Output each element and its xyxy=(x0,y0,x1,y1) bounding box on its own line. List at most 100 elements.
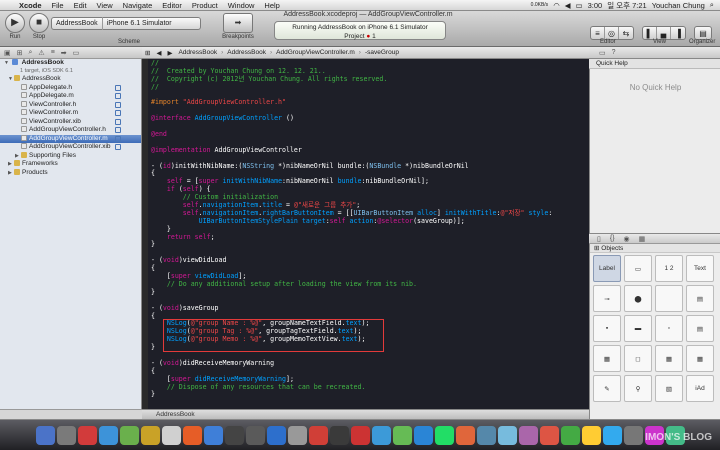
code-snippet-library-icon[interactable]: {} xyxy=(610,235,615,242)
navigator-item[interactable]: ViewController.xib xyxy=(0,117,141,127)
code-line[interactable]: } xyxy=(151,225,589,234)
project-row[interactable]: ▼ AddressBook xyxy=(0,59,141,68)
app-icon[interactable] xyxy=(455,425,475,445)
scheme-destination[interactable]: iPhone 6.1 Simulator xyxy=(103,20,176,27)
code-line[interactable]: } xyxy=(151,241,589,249)
spotlight-icon[interactable]: ⌕ xyxy=(710,0,714,10)
navigator-item[interactable]: AddGroupViewController.h xyxy=(0,126,141,135)
version-editor-icon[interactable]: ⇆ xyxy=(619,27,633,39)
messages-icon[interactable] xyxy=(119,425,139,445)
code-line[interactable]: - (void)saveGroup xyxy=(151,304,589,313)
organizer-button[interactable]: ▤ xyxy=(694,26,712,40)
activity-viewer[interactable]: Running AddressBook on iPhone 6.1 Simula… xyxy=(274,21,446,40)
menu-app[interactable]: Xcode xyxy=(14,1,47,10)
excel-icon[interactable] xyxy=(392,425,412,445)
battery-icon[interactable]: ▭ xyxy=(576,1,583,10)
editor-segmented-control[interactable]: ≡ ◎ ⇆ xyxy=(590,26,634,40)
object-library-icon[interactable]: ◉ xyxy=(624,235,630,243)
library-object[interactable]: ▭ xyxy=(624,255,652,282)
jump-crumb-1[interactable]: AddressBook xyxy=(224,49,269,56)
app-icon[interactable] xyxy=(581,425,601,445)
navigator-item[interactable]: AddGroupViewController.m xyxy=(0,134,141,143)
breakpoints-button[interactable]: ➡ Breakpoints xyxy=(218,13,258,40)
code-line[interactable]: // Copyright (c) 2012년 Youchan Chung. Al… xyxy=(151,75,589,84)
terminal-icon[interactable] xyxy=(224,425,244,445)
back-icon[interactable]: ◀ xyxy=(153,49,164,57)
code-line[interactable]: return self; xyxy=(151,233,589,242)
project-navigator-icon[interactable]: ▣ xyxy=(4,49,11,57)
code-line[interactable]: @interface AddGroupViewController () xyxy=(151,114,589,123)
photoshop-icon[interactable] xyxy=(266,425,286,445)
app-store-icon[interactable] xyxy=(203,425,223,445)
log-navigator-icon[interactable]: ▭ xyxy=(73,49,80,57)
lightroom-icon[interactable] xyxy=(287,425,307,445)
library-object[interactable] xyxy=(655,285,683,312)
file-template-library-icon[interactable]: ▯ xyxy=(597,235,601,243)
quick-help-icon[interactable]: ? xyxy=(612,49,616,56)
navigator-item[interactable]: AppDelegate.h xyxy=(0,83,141,93)
code-line[interactable]: #import "AddGroupViewController.h" xyxy=(151,99,589,107)
debug-navigator-icon[interactable]: ≡ xyxy=(51,49,55,56)
app-icon[interactable] xyxy=(602,425,622,445)
app-icon[interactable] xyxy=(560,425,580,445)
keynote-icon[interactable] xyxy=(350,425,370,445)
file-inspector-icon[interactable]: ▭ xyxy=(599,49,606,57)
navigator-item[interactable]: ▼ AddressBook xyxy=(0,75,141,84)
media-library-icon[interactable]: ▦ xyxy=(639,235,646,243)
powerpoint-icon[interactable] xyxy=(413,425,433,445)
search-navigator-icon[interactable]: ⌕ xyxy=(29,49,33,57)
scheme-target[interactable]: AddressBook xyxy=(52,20,102,27)
library-object[interactable]: ▪ xyxy=(593,315,621,342)
finder-icon[interactable] xyxy=(35,425,55,445)
menu-window[interactable]: Window xyxy=(223,1,260,10)
app-icon[interactable] xyxy=(497,425,517,445)
launchpad-icon[interactable] xyxy=(56,425,76,445)
library-object[interactable]: ▦ xyxy=(655,345,683,372)
folder-icon[interactable] xyxy=(623,425,643,445)
breakpoint-navigator-icon[interactable]: ➡ xyxy=(61,49,67,57)
menu-file[interactable]: File xyxy=(47,1,69,10)
navigator-item[interactable]: AppDelegate.m xyxy=(0,92,141,101)
word-icon[interactable] xyxy=(371,425,391,445)
jump-crumb-0[interactable]: AddressBook xyxy=(175,49,220,56)
related-items-icon[interactable]: ⊞ xyxy=(142,49,153,57)
library-object[interactable]: ⊸ xyxy=(593,285,621,312)
debug-target-label[interactable]: AddressBook xyxy=(156,411,195,418)
navigator-item[interactable]: AddGroupViewController.xib xyxy=(0,143,141,152)
app-icon[interactable] xyxy=(476,425,496,445)
menu-datetime[interactable]: 일 오후 7:21 xyxy=(607,0,646,11)
code-line[interactable]: } xyxy=(151,390,589,399)
library-object[interactable]: ⚲ xyxy=(624,375,652,402)
menu-help[interactable]: Help xyxy=(259,1,284,10)
code-line[interactable]: - (void)viewDidLoad xyxy=(151,256,589,265)
library-object[interactable]: ⬤ xyxy=(624,285,652,312)
code-line[interactable]: @implementation AddGroupViewController xyxy=(151,146,589,155)
library-object[interactable]: iAd xyxy=(686,375,714,402)
navigator-item[interactable]: ViewController.m xyxy=(0,109,141,118)
menu-user[interactable]: Youchan Chung xyxy=(652,1,705,10)
code-line[interactable]: UIBarButtonItemStylePlain target:self ac… xyxy=(151,217,589,226)
navigator-item[interactable]: ▶ Products xyxy=(0,168,141,178)
app-icon[interactable] xyxy=(539,425,559,445)
disclosure-icon[interactable]: ▼ xyxy=(4,59,10,68)
issue-navigator-icon[interactable]: ⚠ xyxy=(38,49,44,57)
app-icon[interactable] xyxy=(434,425,454,445)
volume-icon[interactable]: ◀ xyxy=(565,1,571,10)
code-line[interactable]: self = [super initWithNibName:nibNameOrN… xyxy=(151,177,589,186)
library-object[interactable]: ▦ xyxy=(686,345,714,372)
menu-editor[interactable]: Editor xyxy=(157,1,187,10)
library-object[interactable]: ▫ xyxy=(655,315,683,342)
symbol-navigator-icon[interactable]: ⊞ xyxy=(17,49,23,57)
library-object[interactable]: Text xyxy=(686,255,714,282)
library-object[interactable]: ▬ xyxy=(624,315,652,342)
mail-icon[interactable] xyxy=(140,425,160,445)
chrome-icon[interactable] xyxy=(77,425,97,445)
error-count[interactable]: 1 xyxy=(372,33,376,40)
safari-icon[interactable] xyxy=(98,425,118,445)
jump-crumb-2[interactable]: AddGroupViewController.m xyxy=(273,49,358,56)
navigator-filter-bar[interactable] xyxy=(0,409,142,419)
source-editor[interactable]: //// Created by Youchan Chung on 12. 12.… xyxy=(148,59,589,409)
forward-icon[interactable]: ▶ xyxy=(164,49,175,57)
library-object[interactable]: ▦ xyxy=(593,345,621,372)
library-object[interactable]: ✎ xyxy=(593,375,621,402)
